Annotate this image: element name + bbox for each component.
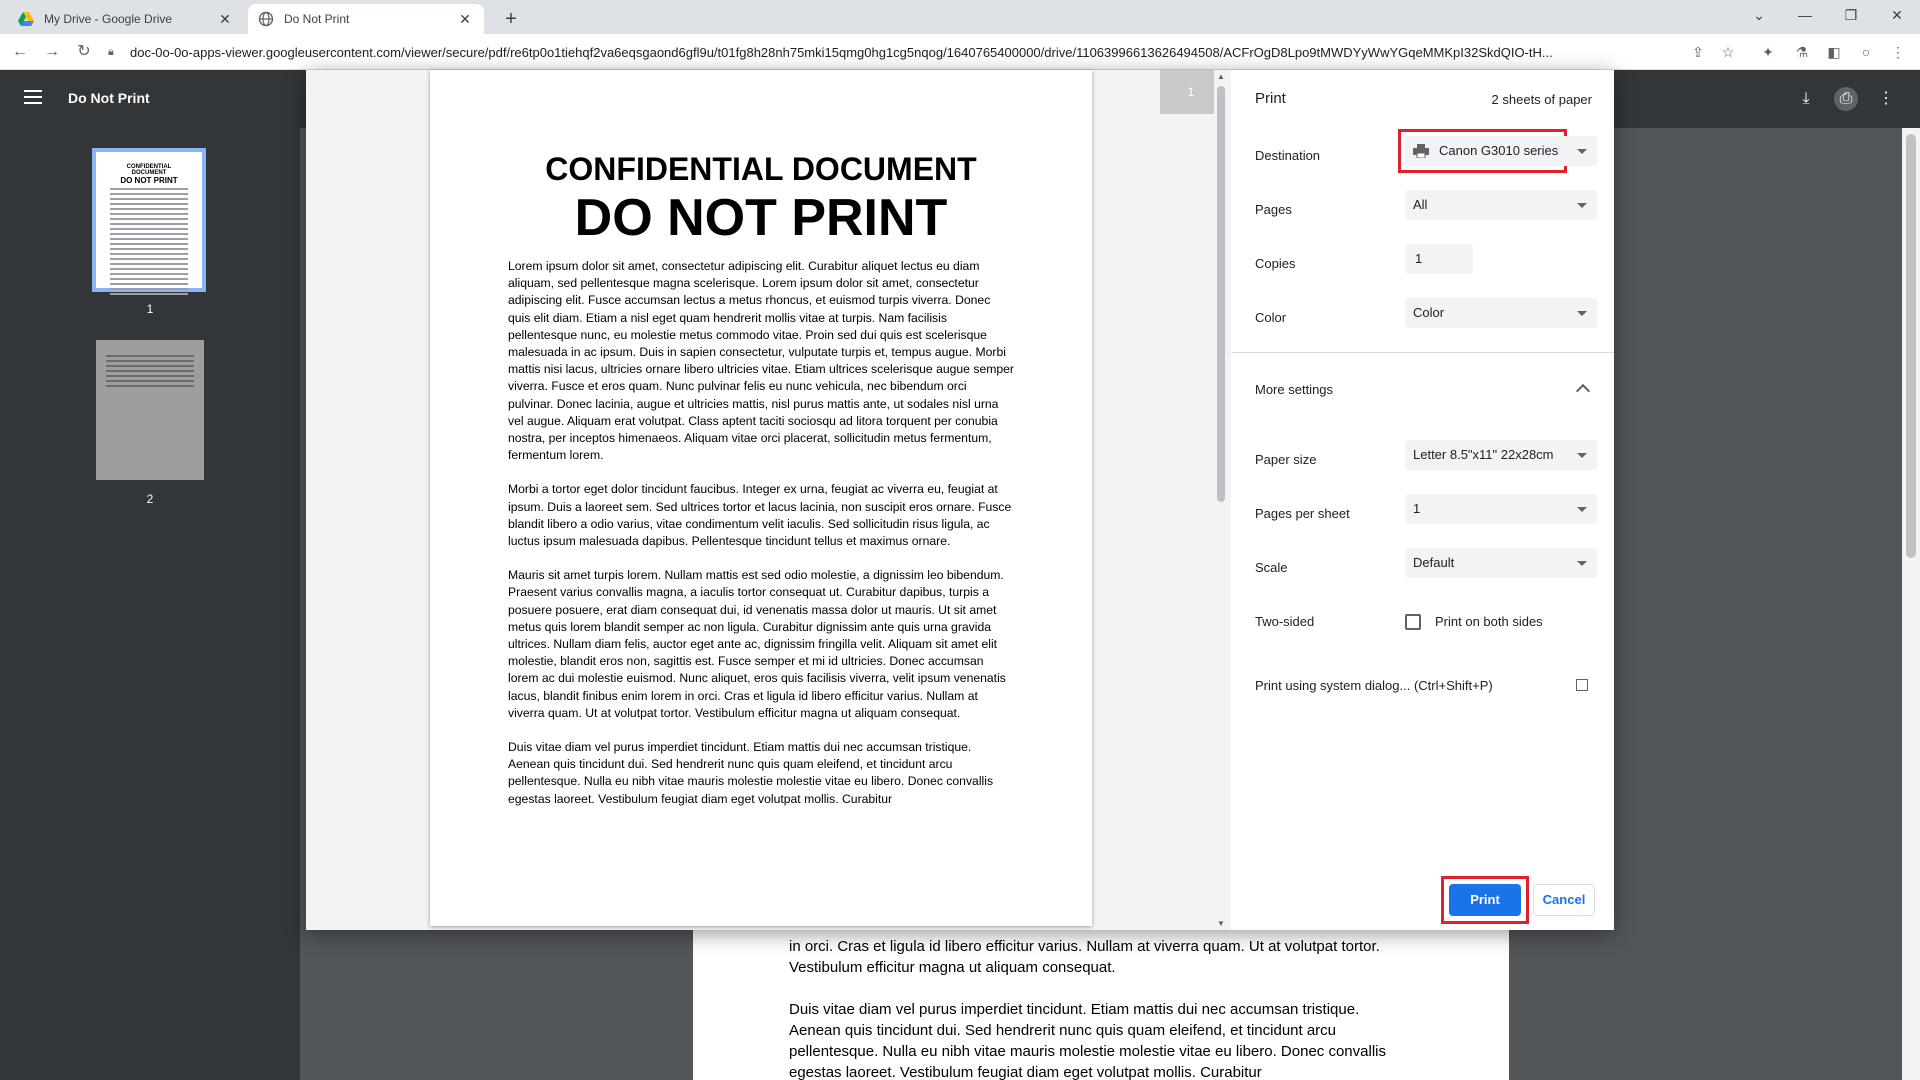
share-icon[interactable]: ⇪ (1688, 42, 1708, 62)
chevron-down-icon (1577, 149, 1587, 154)
background-paragraph: Duis vitae diam vel purus imperdiet tinc… (789, 1001, 1386, 1080)
pages-label: Pages (1255, 202, 1292, 217)
chevron-down-icon (1577, 453, 1587, 458)
page-thumbnail-1[interactable]: CONFIDENTIAL DOCUMENT DO NOT PRINT (92, 148, 206, 295)
scroll-down-icon[interactable]: ▼ (1214, 919, 1228, 928)
scrollbar-thumb[interactable] (1217, 86, 1225, 502)
background-paragraph: in orci. Cras et ligula id libero effici… (789, 938, 1380, 976)
two-sided-label: Two-sided (1255, 614, 1315, 629)
two-sided-option-label[interactable]: Print on both sides (1435, 614, 1543, 629)
pages-per-sheet-label: Pages per sheet (1255, 506, 1350, 521)
restore-icon[interactable]: ❐ (1828, 0, 1874, 30)
document-title: Do Not Print (68, 90, 150, 106)
chevron-down-icon (1577, 203, 1587, 208)
extensions-icon[interactable]: ✦ (1758, 42, 1778, 62)
pages-per-sheet-select[interactable]: 1 (1405, 494, 1597, 524)
thumbnail-page-number: 1 (146, 302, 154, 316)
printer-icon[interactable]: ⎙ (1834, 87, 1858, 111)
tab-title: Do Not Print (284, 12, 350, 26)
copies-label: Copies (1255, 256, 1296, 271)
back-icon[interactable]: ← (8, 40, 32, 64)
preview-scrollbar[interactable]: ▲ ▼ (1214, 70, 1228, 930)
kebab-icon[interactable]: ⋮ (1888, 42, 1908, 62)
preview-paragraph: Morbi a tortor eget dolor tincidunt fauc… (508, 482, 1012, 549)
printer-icon (1413, 144, 1429, 158)
external-link-icon[interactable] (1576, 679, 1588, 691)
preview-page-indicator: 1 (1160, 70, 1222, 114)
pages-per-sheet-value: 1 (1413, 501, 1421, 516)
download-icon[interactable]: ⤓ (1794, 87, 1818, 111)
globe-icon (258, 11, 274, 27)
close-icon[interactable]: ✕ (216, 11, 234, 28)
destination-value: Canon G3010 series (1439, 143, 1559, 158)
cancel-button[interactable]: Cancel (1533, 884, 1595, 916)
preview-paragraph: Lorem ipsum dolor sit amet, consectetur … (508, 259, 1014, 463)
tab-do-not-print[interactable]: Do Not Print ✕ (248, 4, 484, 34)
tab-search-icon[interactable]: ⌄ (1736, 0, 1782, 30)
print-preview-page: CONFIDENTIAL DOCUMENT DO NOT PRINT Lorem… (430, 70, 1092, 926)
pages-value: All (1413, 197, 1428, 212)
sheets-count: 2 sheets of paper (1491, 92, 1592, 107)
url-text: doc-0o-0o-apps-viewer.googleusercontent.… (130, 44, 1553, 60)
drive-icon (18, 12, 34, 26)
tab-title: My Drive - Google Drive (44, 12, 173, 26)
paper-size-label: Paper size (1255, 452, 1317, 467)
tab-my-drive[interactable]: My Drive - Google Drive ✕ (8, 4, 244, 34)
paper-size-value: Letter 8.5"x11" 22x28cm (1413, 447, 1554, 462)
system-dialog-link[interactable]: Print using system dialog... (Ctrl+Shift… (1255, 678, 1493, 693)
tab-strip: My Drive - Google Drive ✕ Do Not Print ✕… (0, 0, 1920, 34)
lock-icon[interactable]: 🔒︎ (108, 46, 122, 59)
thumbnail-sidebar: CONFIDENTIAL DOCUMENT DO NOT PRINT 1 2 (0, 128, 300, 1080)
scale-label: Scale (1255, 560, 1288, 575)
scroll-up-icon[interactable]: ▲ (1214, 72, 1228, 81)
chevron-down-icon (1577, 507, 1587, 512)
minimize-icon[interactable]: — (1782, 0, 1828, 30)
scale-select[interactable]: Default (1405, 548, 1597, 578)
window-close-icon[interactable]: ✕ (1874, 0, 1920, 30)
star-icon[interactable]: ☆ (1718, 42, 1738, 62)
reload-icon[interactable]: ↻ (72, 40, 96, 64)
destination-select[interactable]: Canon G3010 series (1405, 136, 1597, 166)
paper-size-select[interactable]: Letter 8.5"x11" 22x28cm (1405, 440, 1597, 470)
color-select[interactable]: Color (1405, 298, 1597, 328)
plus-icon[interactable]: + (498, 6, 524, 32)
destination-label: Destination (1255, 148, 1321, 163)
kebab-icon[interactable]: ⋮ (1874, 87, 1898, 111)
page-thumbnail-2[interactable] (96, 340, 204, 480)
lab-icon[interactable]: ⚗ (1792, 42, 1812, 62)
hamburger-icon[interactable] (24, 90, 42, 104)
viewer-scrollbar[interactable] (1902, 128, 1920, 1080)
forward-icon[interactable]: → (40, 40, 64, 64)
print-button[interactable]: Print (1449, 884, 1521, 916)
browser-toolbar: ← → ↻ 🔒︎ doc-0o-0o-apps-viewer.googleuse… (0, 34, 1920, 70)
chevron-up-icon[interactable] (1575, 383, 1591, 399)
preview-paragraph: Duis vitae diam vel purus imperdiet tinc… (508, 740, 994, 806)
thumbnail-page-number: 2 (146, 492, 154, 506)
two-sided-checkbox[interactable] (1405, 614, 1421, 630)
sidepanel-icon[interactable]: ◧ (1824, 42, 1844, 62)
scale-value: Default (1413, 555, 1455, 570)
pages-select[interactable]: All (1405, 190, 1597, 220)
print-preview-area: CONFIDENTIAL DOCUMENT DO NOT PRINT Lorem… (306, 70, 1231, 930)
more-settings-toggle[interactable]: More settings (1255, 382, 1333, 397)
thumbnail-subtitle: DO NOT PRINT (120, 176, 178, 185)
thumbnail-title: CONFIDENTIAL DOCUMENT (126, 164, 172, 176)
copies-input[interactable]: 1 (1405, 244, 1473, 274)
address-bar[interactable]: 🔒︎ doc-0o-0o-apps-viewer.googleuserconte… (108, 38, 1738, 66)
color-value: Color (1413, 305, 1445, 320)
preview-subheading: DO NOT PRINT (574, 189, 948, 247)
print-settings-panel: Print 2 sheets of paper Destination Cano… (1231, 70, 1614, 930)
close-icon[interactable]: ✕ (456, 11, 474, 28)
divider (1231, 352, 1614, 353)
preview-paragraph: Mauris sit amet turpis lorem. Nullam mat… (508, 568, 1006, 720)
background-document-page: in orci. Cras et ligula id libero effici… (693, 930, 1509, 1080)
print-dialog: CONFIDENTIAL DOCUMENT DO NOT PRINT Lorem… (306, 70, 1614, 930)
color-label: Color (1255, 310, 1287, 325)
print-title: Print (1255, 90, 1286, 107)
chevron-down-icon (1577, 311, 1587, 316)
preview-heading: CONFIDENTIAL DOCUMENT (545, 151, 977, 187)
profile-icon[interactable]: ○ (1856, 42, 1876, 62)
chevron-down-icon (1577, 561, 1587, 566)
